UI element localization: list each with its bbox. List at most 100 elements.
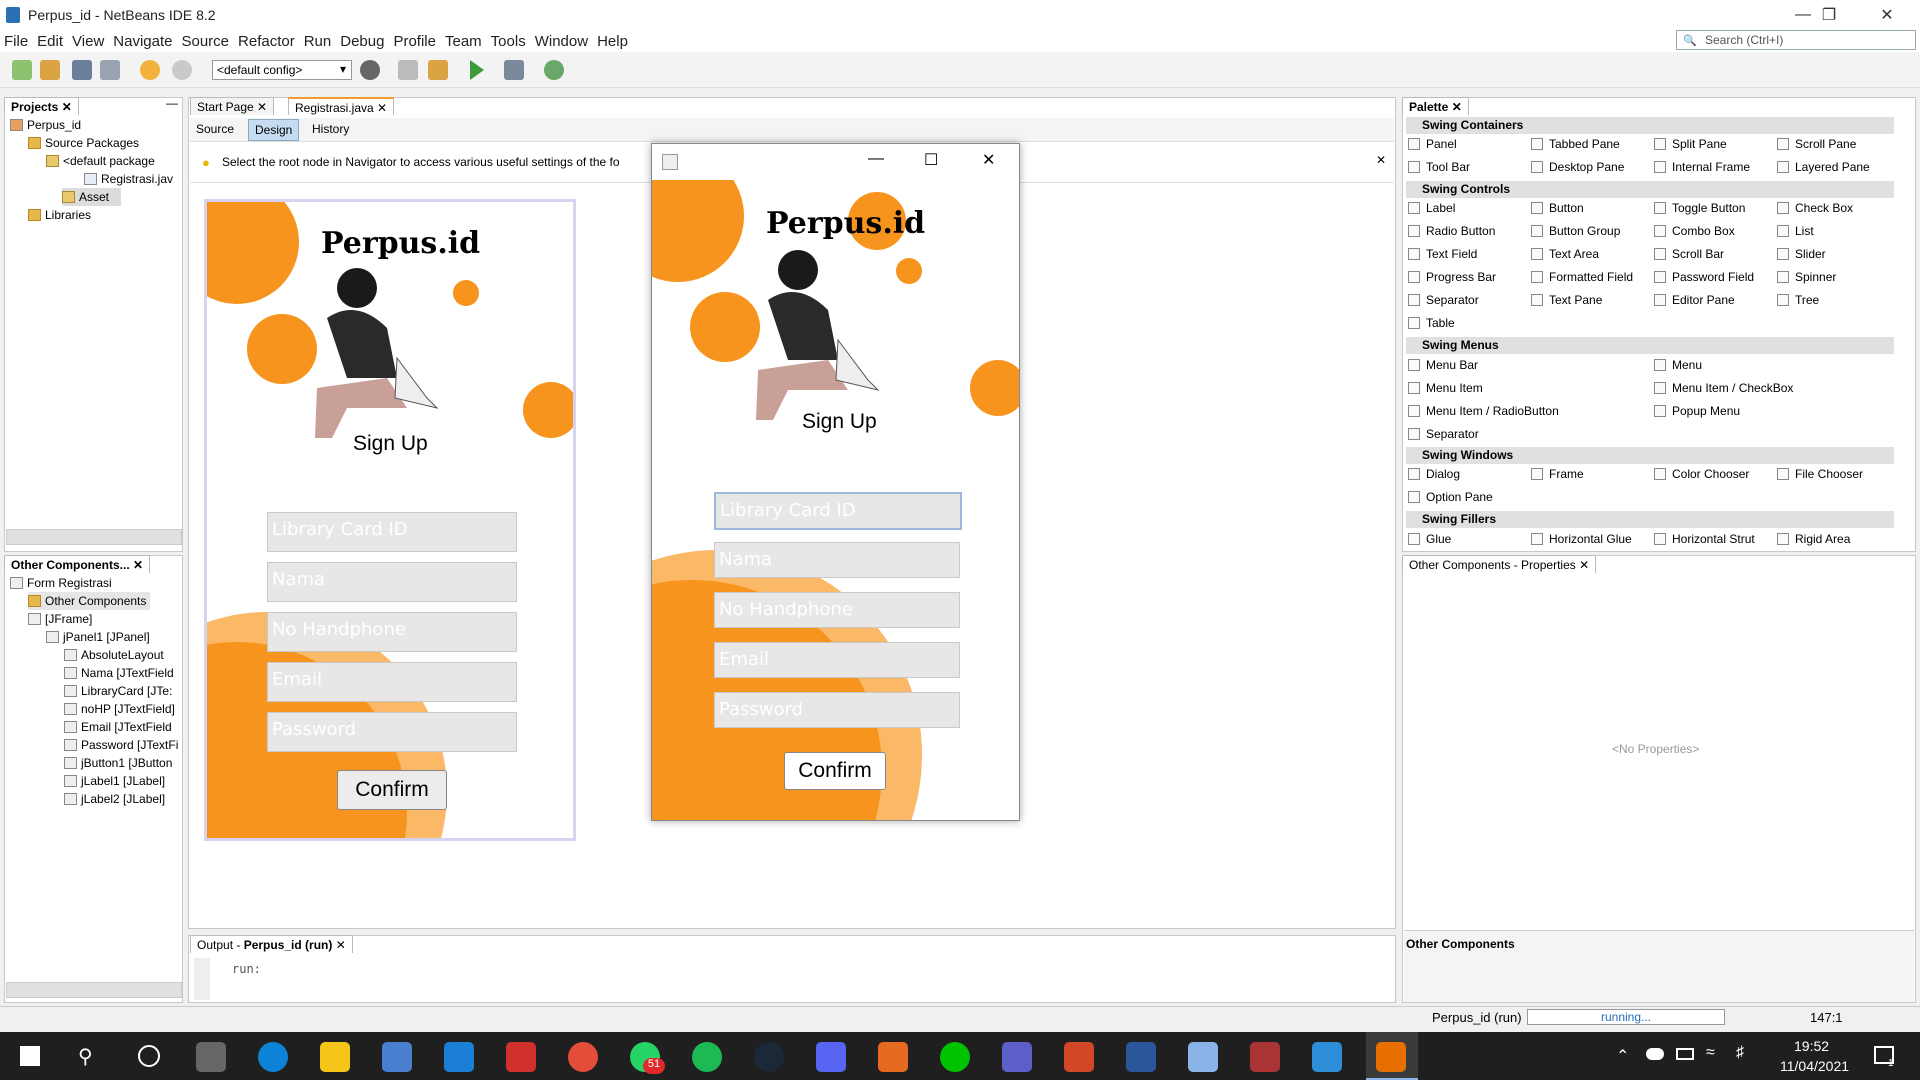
open-project-icon[interactable] (72, 60, 92, 80)
clean-build-icon[interactable] (428, 60, 448, 80)
nama-field[interactable]: Nama (267, 562, 517, 602)
palette-item[interactable]: Desktop Pane (1531, 160, 1624, 174)
photos-icon[interactable] (1312, 1042, 1342, 1072)
palette-item[interactable]: Label (1408, 201, 1455, 215)
tray-chevron-icon[interactable]: ⌃ (1616, 1046, 1629, 1066)
palette-item[interactable]: Text Pane (1531, 293, 1602, 307)
menu-team[interactable]: Team (445, 33, 482, 50)
phone-input[interactable]: No Handphone (714, 592, 960, 628)
phone-field[interactable]: No Handphone (267, 612, 517, 652)
palette-item[interactable]: Progress Bar (1408, 270, 1496, 284)
palette-item[interactable]: Dialog (1408, 467, 1460, 481)
confirm-button[interactable]: Confirm (337, 770, 447, 810)
status-progress[interactable]: running... (1527, 1009, 1725, 1025)
tab-palette[interactable]: Palette ✕ (1402, 97, 1469, 115)
menu-file[interactable]: File (4, 33, 28, 50)
menu-edit[interactable]: Edit (37, 33, 63, 50)
palette-item[interactable]: Menu (1654, 358, 1702, 372)
winrar-icon[interactable] (1250, 1042, 1280, 1072)
palette-item[interactable]: Scroll Bar (1654, 247, 1724, 261)
palette-item[interactable]: Horizontal Strut (1654, 532, 1755, 546)
palette-item[interactable]: Formatted Field (1531, 270, 1633, 284)
rerun-icon[interactable] (194, 958, 210, 1000)
new-project-icon[interactable] (40, 60, 60, 80)
palette-item[interactable]: Text Area (1531, 247, 1599, 261)
nav-nama[interactable]: Nama [JTextField (64, 664, 174, 682)
mail-icon[interactable] (444, 1042, 474, 1072)
palette-item[interactable]: Split Pane (1654, 137, 1727, 151)
nav-nohp[interactable]: noHP [JTextField] (64, 700, 175, 718)
email-field[interactable]: Email (267, 662, 517, 702)
close-hint-icon[interactable]: ✕ (1376, 153, 1386, 167)
profile-icon[interactable] (544, 60, 564, 80)
tab-properties[interactable]: Other Components - Properties ✕ (1402, 555, 1597, 573)
palette-item[interactable]: List (1777, 224, 1814, 238)
close-icon[interactable]: ✕ (982, 150, 995, 170)
clock-date[interactable]: 11/04/2021 (1780, 1058, 1849, 1074)
edge-icon[interactable] (258, 1042, 288, 1072)
debug-icon[interactable] (504, 60, 524, 80)
nav-jpanel[interactable]: jPanel1 [JPanel] (46, 628, 150, 646)
volume-icon[interactable]: ♯ (1736, 1044, 1744, 1062)
gift-icon[interactable] (506, 1042, 536, 1072)
clock-time[interactable]: 19:52 (1794, 1038, 1829, 1054)
palette-item[interactable]: Tool Bar (1408, 160, 1470, 174)
menu-window[interactable]: Window (535, 33, 588, 50)
redo-icon[interactable] (172, 60, 192, 80)
horizontal-scrollbar[interactable] (6, 529, 182, 545)
tree-project-root[interactable]: Perpus_id (10, 116, 81, 134)
spotify-icon[interactable] (692, 1042, 722, 1072)
tab-start-page[interactable]: Start Page ✕ (190, 97, 275, 115)
palette-item[interactable]: File Chooser (1777, 467, 1863, 481)
palette-item[interactable]: Menu Item (1408, 381, 1483, 395)
file-explorer-icon[interactable] (320, 1042, 350, 1072)
minimize-icon[interactable]: — (868, 150, 884, 168)
tree-asset[interactable]: Asset (62, 188, 122, 206)
steam-icon[interactable] (754, 1042, 784, 1072)
run-icon[interactable] (470, 60, 484, 80)
palette-item[interactable]: Menu Item / CheckBox (1654, 381, 1793, 395)
palette-item[interactable]: Table (1408, 316, 1455, 330)
close-icon[interactable]: ✕ (1858, 0, 1916, 30)
minimize-panel-icon[interactable]: — (166, 96, 178, 110)
palette-item[interactable]: Menu Bar (1408, 358, 1478, 372)
nav-email[interactable]: Email [JTextField (64, 718, 172, 736)
palette-item[interactable]: Slider (1777, 247, 1826, 261)
nav-jlabel2[interactable]: jLabel2 [JLabel] (64, 790, 165, 808)
palette-item[interactable]: Button Group (1531, 224, 1620, 238)
palette-item[interactable]: Popup Menu (1654, 404, 1740, 418)
palette-item[interactable]: Tabbed Pane (1531, 137, 1620, 151)
nav-librarycard[interactable]: LibraryCard [JTe: (64, 682, 172, 700)
menu-run[interactable]: Run (304, 33, 332, 50)
menu-navigate[interactable]: Navigate (113, 33, 172, 50)
tree-libraries[interactable]: Libraries (28, 206, 91, 224)
menu-source[interactable]: Source (181, 33, 229, 50)
virtualbox-icon[interactable] (1188, 1042, 1218, 1072)
nav-form-registrasi[interactable]: Form Registrasi (10, 574, 112, 592)
tree-registrasi-file[interactable]: Registrasi.jav (84, 170, 173, 188)
palette-item[interactable]: Horizontal Glue (1531, 532, 1632, 546)
palette-item[interactable]: Internal Frame (1654, 160, 1750, 174)
menu-refactor[interactable]: Refactor (238, 33, 295, 50)
palette-item[interactable]: Scroll Pane (1777, 137, 1856, 151)
nama-input[interactable]: Nama (714, 542, 960, 578)
palette-item[interactable]: Password Field (1654, 270, 1754, 284)
palette-item[interactable]: Text Field (1408, 247, 1477, 261)
palette-item[interactable]: Toggle Button (1654, 201, 1745, 215)
palette-item[interactable]: Rigid Area (1777, 532, 1850, 546)
word-icon[interactable] (1126, 1042, 1156, 1072)
palette-item[interactable]: Radio Button (1408, 224, 1495, 238)
tree-source-packages[interactable]: Source Packages (28, 134, 139, 152)
nav-jlabel1[interactable]: jLabel1 [JLabel] (64, 772, 165, 790)
palette-item[interactable]: Separator (1408, 427, 1479, 441)
onedrive-icon[interactable] (1646, 1048, 1664, 1060)
discord-icon[interactable] (816, 1042, 846, 1072)
confirm-button[interactable]: Confirm (784, 752, 886, 790)
battery-icon[interactable] (1676, 1048, 1694, 1060)
tab-output[interactable]: Output - Perpus_id (run) ✕ (190, 935, 353, 953)
menu-help[interactable]: Help (597, 33, 628, 50)
task-view-icon[interactable] (196, 1042, 226, 1072)
teams-icon[interactable] (1002, 1042, 1032, 1072)
palette-item[interactable]: Spinner (1777, 270, 1836, 284)
palette-item[interactable]: Editor Pane (1654, 293, 1735, 307)
